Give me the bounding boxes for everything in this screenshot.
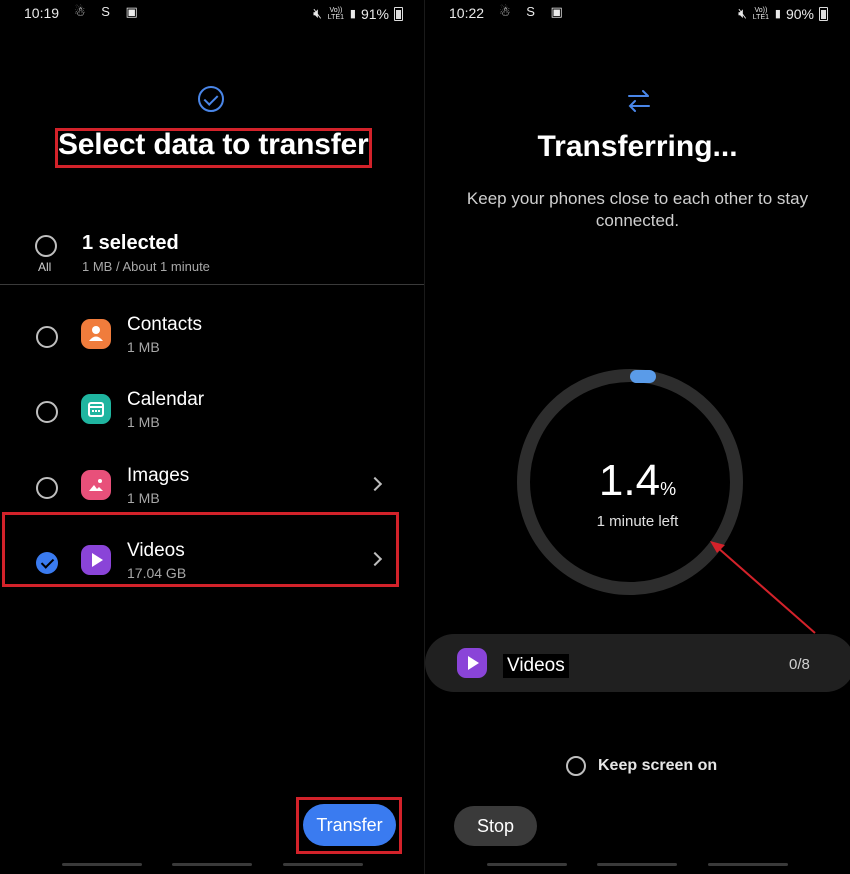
battery-icon [819, 6, 828, 21]
volte-icon: Vo)) LTE1 [327, 6, 345, 21]
progress-value: 1.4 [598, 456, 661, 505]
current-item-count: 0/8 [789, 656, 810, 673]
calendar-size: 1 MB [127, 414, 160, 430]
transfer-description: Keep your phones close to each other to … [466, 189, 809, 230]
signal-icon: ▮ [349, 8, 356, 20]
status-time: 10:22 [449, 5, 485, 21]
images-size: 1 MB [127, 490, 160, 506]
current-transfer-item: Videos 0/8 [425, 634, 850, 692]
notification-icons: ☃ S ▣ [74, 4, 144, 19]
videos-highlight-box [2, 512, 399, 587]
signal-icon: ▮ [774, 8, 781, 20]
nav-recents[interactable] [62, 863, 142, 866]
status-bar: 10:19 ☃ S ▣ 🔇︎ Vo)) LTE1 ▮ 91% [0, 0, 425, 28]
battery-icon [394, 6, 403, 21]
status-bar: 10:22 ☃ S ▣ 🔇︎ Vo)) LTE1 ▮ 90% [425, 0, 850, 28]
select-all-checkbox[interactable] [35, 235, 57, 257]
images-label: Images [127, 465, 190, 486]
images-checkbox[interactable] [36, 477, 58, 499]
time-left: 1 minute left [596, 513, 679, 530]
nav-back[interactable] [708, 863, 788, 866]
select-data-screen: 10:19 ☃ S ▣ 🔇︎ Vo)) LTE1 ▮ 91% Select da… [0, 0, 425, 874]
calendar-label: Calendar [127, 389, 205, 410]
nav-home[interactable] [172, 863, 252, 866]
selection-detail: 1 MB / About 1 minute [82, 259, 210, 274]
list-item-contacts[interactable]: Contacts 1 MB [0, 302, 425, 372]
contacts-icon [81, 319, 111, 349]
transferring-screen: 10:22 ☃ S ▣ 🔇︎ Vo)) LTE1 ▮ 90% Transferr… [425, 0, 850, 874]
progress-percent: 1.4% [425, 456, 850, 506]
mute-icon: 🔇︎ [313, 5, 322, 21]
contacts-label: Contacts [127, 314, 202, 335]
calendar-checkbox[interactable] [36, 401, 58, 423]
keep-screen-on-label[interactable]: Keep screen on [598, 757, 717, 775]
progress-unit: % [660, 479, 677, 499]
check-circle-icon [198, 86, 224, 112]
battery-percent: 91% [360, 5, 389, 22]
mute-icon: 🔇︎ [738, 5, 747, 21]
calendar-icon [81, 394, 111, 424]
annotation-arrow [710, 541, 816, 634]
battery-percent: 90% [785, 5, 814, 22]
images-icon [81, 470, 111, 500]
divider [0, 284, 425, 285]
progress-indicator [630, 370, 656, 383]
videos-icon [457, 648, 487, 678]
nav-home[interactable] [597, 863, 677, 866]
volte-icon: Vo)) LTE1 [752, 6, 770, 21]
keep-screen-on-checkbox[interactable] [566, 756, 586, 776]
status-icons: 🔇︎ Vo)) LTE1 ▮ 90% [738, 5, 828, 22]
notification-icons: ☃ S ▣ [499, 4, 569, 19]
status-icons: 🔇︎ Vo)) LTE1 ▮ 91% [313, 5, 403, 22]
contacts-size: 1 MB [127, 339, 160, 355]
select-all-label: All [38, 260, 52, 274]
transfer-highlight-box [296, 797, 402, 854]
page-title: Transferring... [537, 130, 738, 163]
selection-summary: 1 selected [82, 232, 179, 254]
stop-button[interactable]: Stop [454, 806, 537, 846]
contacts-checkbox[interactable] [36, 326, 58, 348]
status-time: 10:19 [24, 5, 60, 21]
current-item-label: Videos [503, 654, 569, 678]
chevron-right-icon[interactable] [367, 476, 383, 492]
list-item-calendar[interactable]: Calendar 1 MB [0, 377, 425, 447]
title-highlight-box [55, 128, 372, 168]
transfer-arrows-icon [628, 90, 650, 112]
nav-recents[interactable] [487, 863, 567, 866]
nav-back[interactable] [283, 863, 363, 866]
